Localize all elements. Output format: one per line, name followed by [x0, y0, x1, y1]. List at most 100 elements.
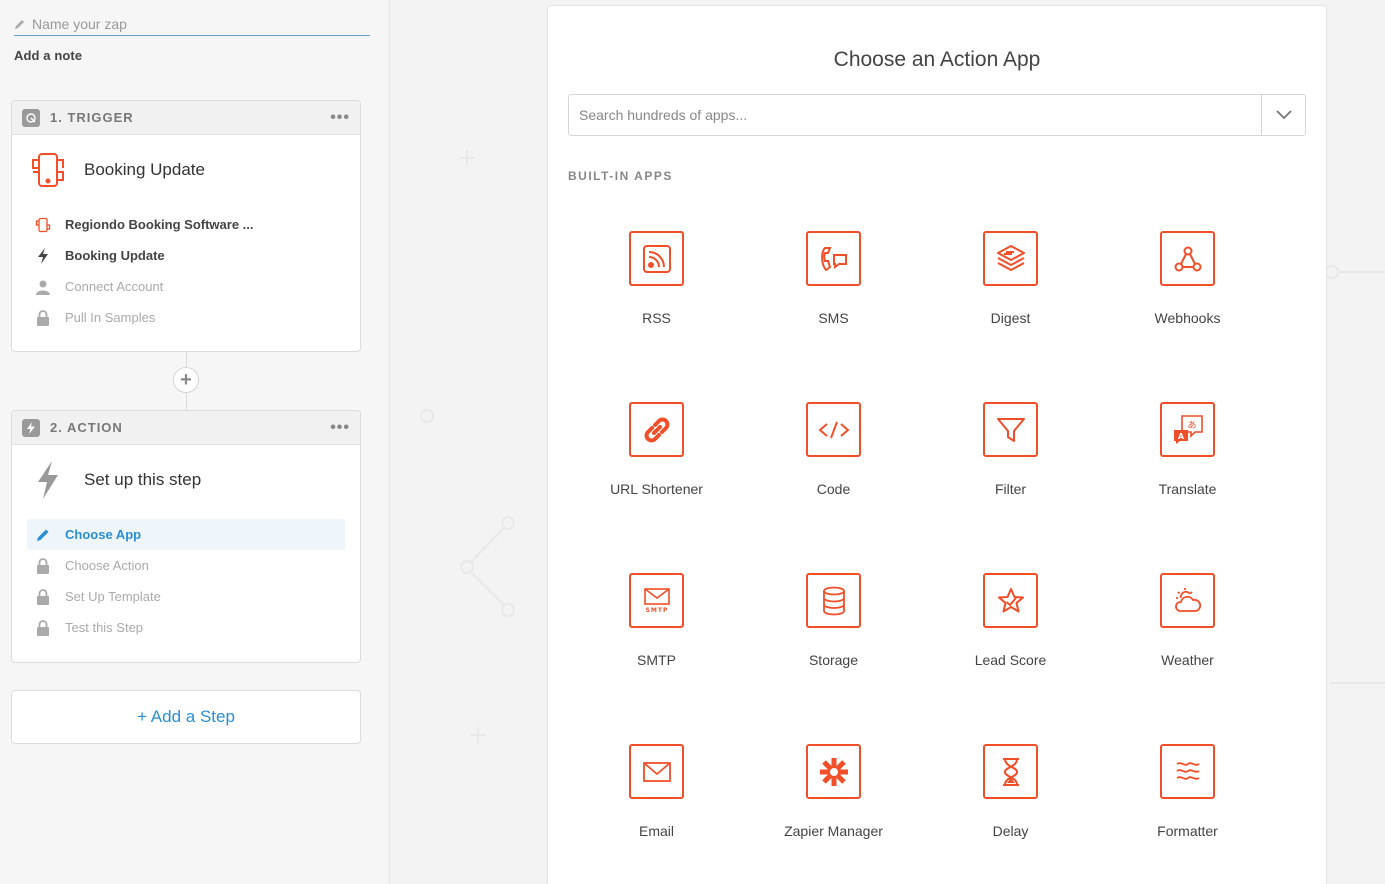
- webhooks-icon: [1160, 231, 1215, 286]
- connector-line: [186, 393, 187, 410]
- sms-icon: [806, 231, 861, 286]
- app-label: Delay: [992, 823, 1029, 839]
- app-tile-webhooks[interactable]: Webhooks: [1099, 206, 1276, 377]
- section-label: BUILT-IN APPS: [568, 169, 673, 183]
- trigger-step-samples-label: Pull In Samples: [65, 310, 156, 325]
- app-label: Filter: [994, 481, 1027, 497]
- app-label: Weather: [1161, 652, 1214, 668]
- app-tile-formatter[interactable]: Formatter: [1099, 719, 1276, 884]
- storage-icon: [806, 573, 861, 628]
- code-icon: [806, 402, 861, 457]
- panel-title: Choose an Action App: [833, 48, 1041, 71]
- action-card: 2. ACTION ••• Set up this step Choose Ap…: [11, 410, 361, 663]
- app-label: SMTP: [637, 652, 676, 668]
- pencil-icon: [35, 527, 51, 543]
- app-tile-code[interactable]: Code: [745, 377, 922, 548]
- bolt-large-icon: [28, 460, 68, 500]
- add-note-link[interactable]: Add a note: [14, 48, 82, 63]
- app-tile-email[interactable]: Email: [568, 719, 745, 884]
- action-step-choose-action-label: Choose Action: [65, 558, 149, 573]
- smtp-icon: SMTP: [629, 573, 684, 628]
- zap-name-placeholder: Name your zap: [32, 15, 127, 32]
- more-options-icon[interactable]: •••: [330, 109, 350, 127]
- app-label: Zapier Manager: [784, 823, 883, 839]
- filter-icon: [983, 402, 1038, 457]
- app-label: Lead Score: [974, 652, 1047, 668]
- app-label: Translate: [1158, 481, 1217, 497]
- app-tile-weather[interactable]: Weather: [1099, 548, 1276, 719]
- zapier-manager-icon: [806, 744, 861, 799]
- insert-step-button[interactable]: +: [173, 367, 199, 393]
- email-icon: [629, 744, 684, 799]
- translate-glyph: あ: [1187, 420, 1196, 431]
- lock-icon: [35, 619, 51, 636]
- trigger-step-samples[interactable]: Pull In Samples: [27, 302, 345, 333]
- lock-icon: [35, 588, 51, 605]
- app-search: [568, 94, 1306, 136]
- action-step-template[interactable]: Set Up Template: [27, 581, 345, 612]
- app-tile-delay[interactable]: Delay: [922, 719, 1099, 884]
- app-tile-smtp[interactable]: SMTP SMTP: [568, 548, 745, 719]
- action-step-test-label: Test this Step: [65, 620, 144, 635]
- user-icon: [35, 279, 51, 295]
- trigger-step-account-label: Connect Account: [65, 279, 164, 294]
- lead-score-icon: [983, 573, 1038, 628]
- action-title: Set up this step: [84, 470, 202, 489]
- trigger-card: 1. TRIGGER ••• Booking Update Regiondo B…: [11, 100, 361, 352]
- app-label: Code: [816, 481, 851, 497]
- app-tile-digest[interactable]: Digest: [922, 206, 1099, 377]
- trigger-step-app[interactable]: Regiondo Booking Software ...: [27, 209, 345, 240]
- app-label: Formatter: [1157, 823, 1218, 839]
- app-tile-zapier-manager[interactable]: Zapier Manager: [745, 719, 922, 884]
- app-tile-url-shortener[interactable]: URL Shortener: [568, 377, 745, 548]
- app-tile-sms[interactable]: SMS: [745, 206, 922, 377]
- more-options-icon[interactable]: •••: [330, 419, 350, 437]
- app-tile-filter[interactable]: Filter: [922, 377, 1099, 548]
- action-card-header[interactable]: 2. ACTION •••: [12, 411, 360, 445]
- smtp-badge-text: SMTP: [645, 607, 668, 614]
- action-header-label: 2. ACTION: [50, 420, 123, 435]
- app-label: SMS: [818, 310, 849, 326]
- app-tile-storage[interactable]: Storage: [745, 548, 922, 719]
- choose-app-panel: Choose an Action App BUILT-IN APPS RSS S…: [547, 5, 1327, 884]
- lock-icon: [35, 557, 51, 574]
- action-step-choose-action[interactable]: Choose Action: [27, 550, 345, 581]
- trigger-card-header[interactable]: 1. TRIGGER •••: [12, 101, 360, 135]
- app-tile-rss[interactable]: RSS: [568, 206, 745, 377]
- chevron-down-icon: [1275, 110, 1292, 120]
- app-tile-lead-score[interactable]: Lead Score: [922, 548, 1099, 719]
- bolt-icon: [35, 247, 51, 264]
- action-step-choose-app-label: Choose App: [65, 527, 142, 542]
- translate-letter: A: [1177, 432, 1184, 441]
- app-label: Webhooks: [1154, 310, 1221, 326]
- dropdown-toggle[interactable]: [1261, 95, 1305, 135]
- add-step-button[interactable]: + Add a Step: [11, 690, 361, 744]
- regiondo-icon: [35, 217, 51, 233]
- app-grid: RSS SMS Digest Webhooks URL Shortener Co…: [568, 206, 1276, 884]
- trigger-header-label: 1. TRIGGER: [50, 110, 134, 125]
- app-label: Email: [638, 823, 674, 839]
- action-badge-icon: [22, 418, 40, 437]
- trigger-step-app-label: Regiondo Booking Software ...: [65, 217, 254, 232]
- weather-icon: [1160, 573, 1215, 628]
- app-label: Storage: [808, 652, 859, 668]
- zap-name-field[interactable]: Name your zap: [14, 12, 370, 36]
- action-step-template-label: Set Up Template: [65, 589, 161, 604]
- app-tile-translate[interactable]: あA Translate: [1099, 377, 1276, 548]
- delay-icon: [983, 744, 1038, 799]
- digest-icon: [983, 231, 1038, 286]
- regiondo-app-icon: [28, 150, 68, 190]
- action-step-test[interactable]: Test this Step: [27, 612, 345, 643]
- app-label: RSS: [642, 310, 671, 326]
- translate-icon: あA: [1160, 402, 1215, 457]
- left-panel: Name your zap Add a note 1. TRIGGER ••• …: [0, 0, 390, 884]
- trigger-title: Booking Update: [84, 160, 205, 179]
- app-search-input[interactable]: [569, 95, 1261, 135]
- action-step-choose-app[interactable]: Choose App: [27, 519, 345, 550]
- link-icon: [629, 402, 684, 457]
- trigger-step-account[interactable]: Connect Account: [27, 271, 345, 302]
- trigger-step-event[interactable]: Booking Update: [27, 240, 345, 271]
- formatter-icon: [1160, 744, 1215, 799]
- trigger-badge-icon: [22, 108, 40, 127]
- trigger-step-event-label: Booking Update: [65, 248, 165, 263]
